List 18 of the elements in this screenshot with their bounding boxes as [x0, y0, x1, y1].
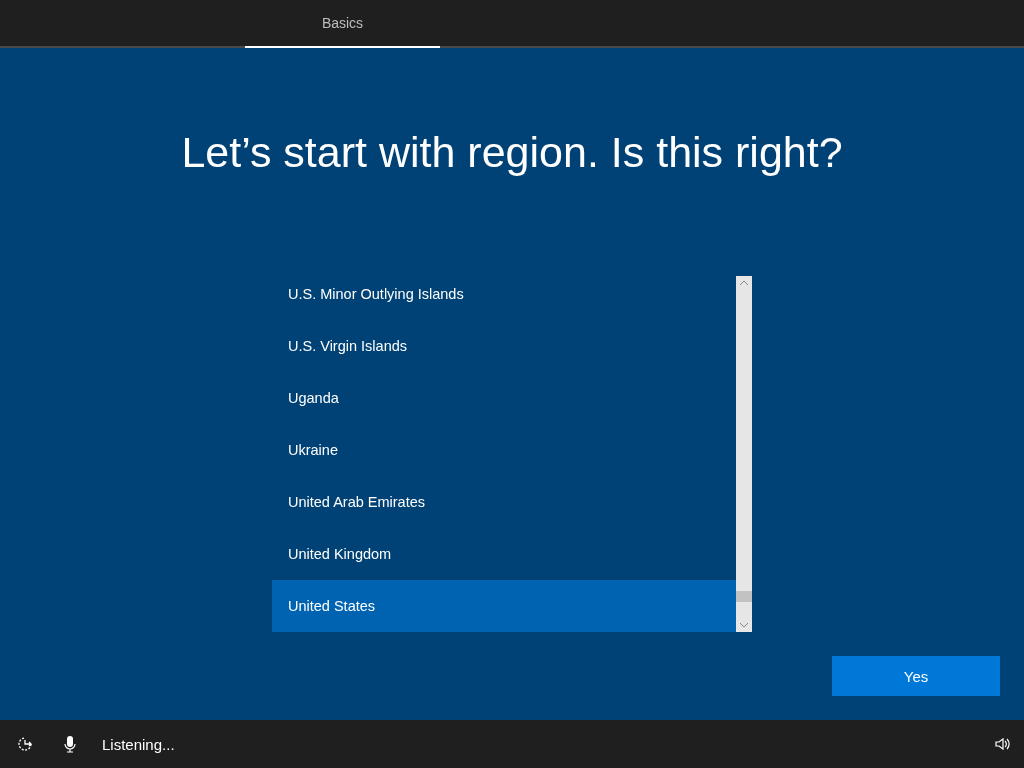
speaker-icon[interactable]	[994, 736, 1010, 752]
region-item[interactable]: Ukraine	[272, 424, 736, 476]
yes-button[interactable]: Yes	[832, 656, 1000, 696]
microphone-icon[interactable]	[64, 735, 76, 753]
tab[interactable]: Basics	[245, 0, 440, 48]
region-item[interactable]: United Arab Emirates	[272, 476, 736, 528]
region-item[interactable]: U.S. Minor Outlying Islands	[272, 276, 736, 320]
scrollbar-thumb[interactable]	[736, 591, 752, 602]
scroll-up-icon[interactable]	[739, 280, 749, 286]
scroll-down-icon[interactable]	[739, 622, 749, 628]
page-heading: Let’s start with region. Is this right?	[181, 127, 843, 178]
scrollbar[interactable]	[736, 276, 752, 632]
region-item[interactable]: United States	[272, 580, 736, 632]
region-item[interactable]: Uganda	[272, 372, 736, 424]
region-item[interactable]: United Kingdom	[272, 528, 736, 580]
region-item[interactable]: U.S. Virgin Islands	[272, 320, 736, 372]
voice-status: Listening...	[102, 735, 175, 753]
accessibility-icon[interactable]	[16, 735, 34, 753]
